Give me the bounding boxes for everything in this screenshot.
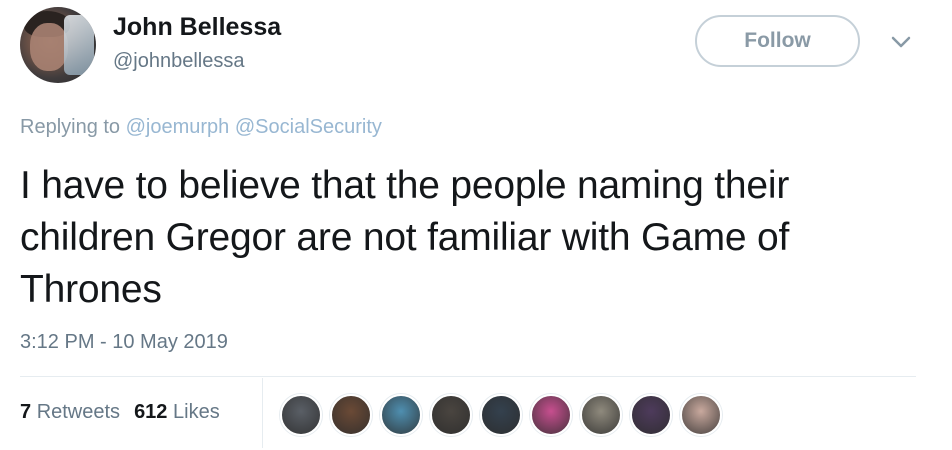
liker-avatar[interactable] — [580, 394, 622, 436]
liker-avatar[interactable] — [430, 394, 472, 436]
liker-avatar[interactable] — [380, 394, 422, 436]
likes-label: Likes — [173, 401, 220, 423]
tweet-text: I have to believe that the people naming… — [20, 164, 790, 311]
stats-divider — [262, 378, 263, 448]
replying-to: Replying to @joemurph @SocialSecurity — [20, 116, 382, 139]
avatar[interactable] — [20, 7, 96, 83]
retweets-stat[interactable]: 7 Retweets — [20, 401, 120, 423]
retweets-count: 7 — [20, 401, 32, 423]
replying-prefix: Replying to — [20, 116, 121, 138]
follow-button[interactable]: Follow — [695, 15, 860, 67]
likes-stat[interactable]: 612 Likes — [134, 401, 220, 423]
tweet-stats: 7 Retweets 612 Likes — [20, 401, 220, 424]
tweet-timestamp[interactable]: 3:12 PM - 10 May 2019 — [20, 331, 228, 354]
liker-avatar[interactable] — [480, 394, 522, 436]
liker-avatar[interactable] — [330, 394, 372, 436]
avatar-face — [30, 23, 68, 71]
liker-avatar[interactable] — [680, 394, 722, 436]
retweets-label: Retweets — [36, 401, 121, 423]
liker-avatar[interactable] — [530, 394, 572, 436]
divider — [20, 376, 916, 377]
likes-count: 612 — [134, 401, 168, 423]
mention-socialsecurity[interactable]: @SocialSecurity — [235, 116, 382, 138]
mention-joemurph[interactable]: @joemurph — [126, 116, 230, 138]
liker-avatar[interactable] — [630, 394, 672, 436]
chevron-down-icon[interactable] — [888, 32, 914, 52]
user-name[interactable]: John Bellessa — [113, 13, 281, 42]
avatar-background — [64, 15, 94, 75]
likers-avatars — [280, 394, 722, 436]
liker-avatar[interactable] — [280, 394, 322, 436]
user-handle[interactable]: @johnbellessa — [113, 50, 245, 73]
